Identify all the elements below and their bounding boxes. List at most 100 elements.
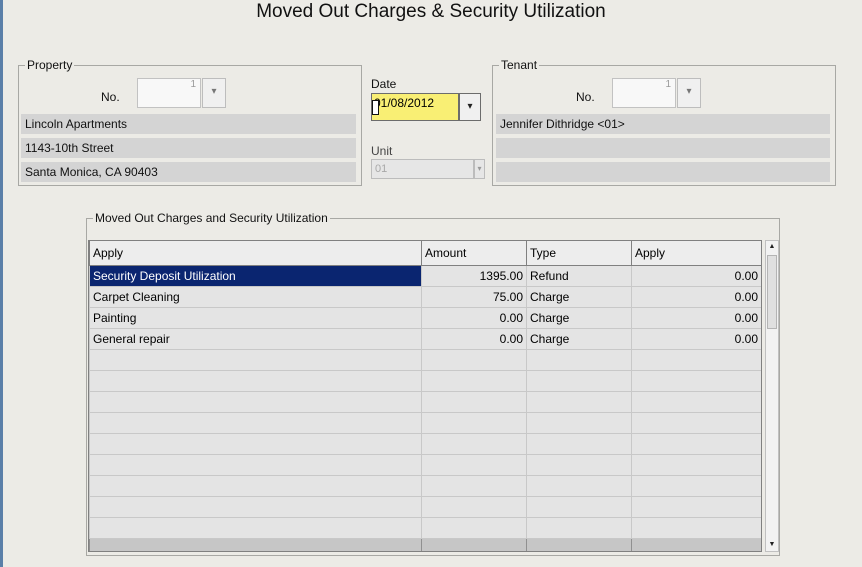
unit-label: Unit [371, 144, 393, 158]
grid-footer-row [89, 537, 761, 551]
cell-amount[interactable]: 0.00 [421, 306, 527, 329]
table-row-empty[interactable] [89, 432, 761, 455]
scroll-down-arrow-icon[interactable]: ▼ [766, 539, 778, 551]
table-row[interactable]: General repair 0.00 Charge 0.00 [89, 327, 761, 350]
empty-cell[interactable] [631, 432, 761, 455]
window-title: Moved Out Charges & Security Utilization [256, 1, 606, 22]
cell-apply-amount[interactable]: 0.00 [631, 264, 761, 287]
date-input[interactable]: 01/08/2012 [371, 93, 459, 121]
cell-type[interactable]: Refund [526, 264, 632, 287]
tenant-lookup-button[interactable]: ▾ [677, 78, 701, 108]
empty-cell[interactable] [89, 348, 422, 371]
empty-cell[interactable] [421, 348, 527, 371]
table-row-empty[interactable] [89, 495, 761, 518]
tenant-no-label: No. [576, 90, 595, 104]
property-group-label: Property [27, 58, 73, 72]
property-name-field: Lincoln Apartments [21, 114, 356, 134]
empty-cell[interactable] [526, 516, 632, 539]
cell-description[interactable]: Security Deposit Utilization [89, 264, 422, 287]
cell-type[interactable]: Charge [526, 285, 632, 308]
column-header-apply-amount[interactable]: Apply [631, 241, 761, 266]
cell-amount[interactable]: 1395.00 [421, 264, 527, 287]
cell-description[interactable]: Carpet Cleaning [89, 285, 422, 308]
empty-cell[interactable] [89, 411, 422, 434]
cell-description[interactable]: Painting [89, 306, 422, 329]
empty-cell[interactable] [421, 453, 527, 476]
empty-cell[interactable] [421, 516, 527, 539]
column-header-type[interactable]: Type [526, 241, 632, 266]
empty-cell[interactable] [89, 495, 422, 518]
charges-grid: Apply Amount Type Apply Security Deposit… [88, 240, 762, 552]
empty-cell[interactable] [526, 495, 632, 518]
table-row-empty[interactable] [89, 474, 761, 497]
column-header-amount[interactable]: Amount [421, 241, 527, 266]
tenant-name-field: Jennifer Dithridge <01> [496, 114, 830, 134]
unit-select[interactable]: 01 [371, 159, 474, 179]
chevron-down-icon: ▾ [477, 164, 482, 173]
column-header-apply[interactable]: Apply [89, 241, 422, 266]
cell-description[interactable]: General repair [89, 327, 422, 350]
empty-cell[interactable] [421, 411, 527, 434]
empty-cell[interactable] [89, 369, 422, 392]
empty-cell[interactable] [631, 369, 761, 392]
mouse-cursor-icon [372, 100, 379, 115]
empty-cell[interactable] [89, 474, 422, 497]
empty-cell[interactable] [526, 369, 632, 392]
empty-cell[interactable] [89, 453, 422, 476]
empty-cell[interactable] [631, 474, 761, 497]
table-row-empty[interactable] [89, 348, 761, 371]
chevron-down-icon: ▾ [211, 86, 217, 97]
unit-dropdown-button[interactable]: ▾ [474, 159, 485, 179]
empty-cell[interactable] [421, 432, 527, 455]
table-row[interactable]: Carpet Cleaning 75.00 Charge 0.00 [89, 285, 761, 308]
scrollbar-thumb[interactable] [767, 255, 777, 329]
footer-cell [526, 537, 632, 551]
table-row-empty[interactable] [89, 390, 761, 413]
cell-type[interactable]: Charge [526, 306, 632, 329]
table-row-empty[interactable] [89, 516, 761, 539]
footer-cell [631, 537, 761, 551]
table-row-empty[interactable] [89, 453, 761, 476]
table-row-empty[interactable] [89, 369, 761, 392]
empty-cell[interactable] [631, 411, 761, 434]
table-row-empty[interactable] [89, 411, 761, 434]
window-left-edge [0, 0, 3, 567]
chevron-down-icon: ▾ [686, 86, 692, 97]
property-street-field: 1143-10th Street [21, 138, 356, 158]
table-row[interactable]: Painting 0.00 Charge 0.00 [89, 306, 761, 329]
empty-cell[interactable] [631, 516, 761, 539]
footer-cell [421, 537, 527, 551]
cell-type[interactable]: Charge [526, 327, 632, 350]
empty-cell[interactable] [526, 474, 632, 497]
cell-apply-amount[interactable]: 0.00 [631, 327, 761, 350]
scroll-up-arrow-icon[interactable]: ▲ [766, 241, 778, 253]
empty-cell[interactable] [631, 495, 761, 518]
empty-cell[interactable] [526, 390, 632, 413]
empty-cell[interactable] [526, 348, 632, 371]
empty-cell[interactable] [89, 432, 422, 455]
date-dropdown-button[interactable]: ▾ [459, 93, 481, 121]
cell-apply-amount[interactable]: 0.00 [631, 285, 761, 308]
empty-cell[interactable] [89, 390, 422, 413]
empty-cell[interactable] [631, 390, 761, 413]
empty-cell[interactable] [421, 390, 527, 413]
property-lookup-button[interactable]: ▾ [202, 78, 226, 108]
empty-cell[interactable] [89, 516, 422, 539]
tenant-no-input[interactable]: 1 [612, 78, 676, 108]
empty-cell[interactable] [421, 474, 527, 497]
empty-cell[interactable] [526, 411, 632, 434]
empty-cell[interactable] [421, 495, 527, 518]
empty-cell[interactable] [631, 348, 761, 371]
empty-cell[interactable] [631, 453, 761, 476]
cell-amount[interactable]: 75.00 [421, 285, 527, 308]
property-no-input[interactable]: 1 [137, 78, 201, 108]
grid-header-row: Apply Amount Type Apply [89, 241, 761, 266]
cell-apply-amount[interactable]: 0.00 [631, 306, 761, 329]
empty-cell[interactable] [421, 369, 527, 392]
tenant-group-label: Tenant [501, 58, 538, 72]
empty-cell[interactable] [526, 453, 632, 476]
empty-cell[interactable] [526, 432, 632, 455]
table-row[interactable]: Security Deposit Utilization 1395.00 Ref… [89, 264, 761, 287]
cell-amount[interactable]: 0.00 [421, 327, 527, 350]
grid-vertical-scrollbar[interactable]: ▲ ▼ [765, 240, 779, 552]
